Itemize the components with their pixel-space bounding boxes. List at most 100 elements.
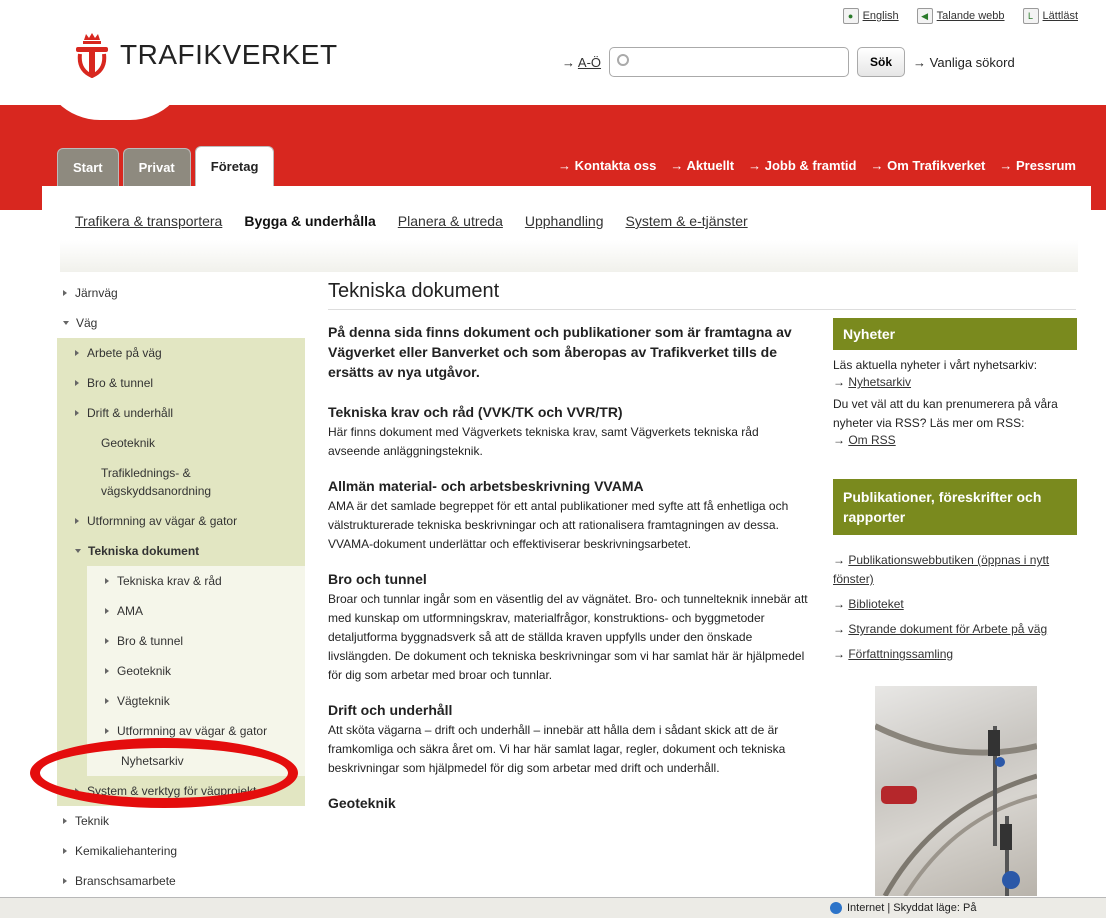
section-text: AMA är det samlade begreppet för ett ant… [328,499,789,551]
leftnav-label: Bro & tunnel [117,634,184,648]
logo-text: TRAFIKVERKET [120,39,338,70]
lattlast-label[interactable]: Lättläst [1043,10,1078,22]
search-button[interactable]: Sök [857,47,906,77]
news-archive-label[interactable]: Nyhetsarkiv [848,375,911,389]
easy-read-icon: L [1022,8,1039,24]
section-text: Broar och tunnlar ingår som en väsentlig… [328,592,808,682]
link-jobb-label[interactable]: Jobb & framtid [765,158,857,173]
talande-link[interactable]: ◀ Talande webb [916,8,1005,24]
arrow-right-icon [105,698,109,704]
subnav-upphandling[interactable]: Upphandling [525,213,604,229]
leftnav-sub-wrap: Vägteknik [57,686,305,716]
news-text-2: Du vet väl att du kan prenumerera på vår… [833,397,1058,430]
pub-link-forfattning[interactable]: → Författningssamling [833,645,1077,664]
logo[interactable]: TRAFIKVERKET [72,30,338,80]
link-om-label[interactable]: Om Trafikverket [887,158,985,173]
ao-label[interactable]: A-Ö [578,55,601,70]
leftnav-utformning[interactable]: Utformning av vägar & gator [57,506,305,536]
subnav-trafikera[interactable]: Trafikera & transportera [75,213,222,229]
lattlast-link[interactable]: L Lättläst [1022,8,1078,24]
link-press-label[interactable]: Pressrum [1016,158,1076,173]
leftnav-label: Väg [76,316,98,330]
tab-start[interactable]: Start [57,148,119,186]
leftnav-sub-wrap: Geoteknik [57,656,305,686]
top-links: → Kontakta oss → Aktuellt → Jobb & framt… [558,158,1076,173]
ao-link[interactable]: → A-Ö [562,55,601,70]
section: Drift och underhåll Att sköta vägarna – … [328,702,810,778]
pub-link-label[interactable]: Publikationswebbutiken (öppnas i nytt fö… [833,553,1049,586]
globe-icon [830,902,842,914]
common-searches-link[interactable]: → Vanliga sökord [913,55,1015,70]
leftnav-vagteknik[interactable]: Vägteknik [87,686,305,716]
section-heading[interactable]: Bro och tunnel [328,571,810,587]
leftnav-teknik[interactable]: Teknik [57,806,305,836]
section-heading[interactable]: Drift och underhåll [328,702,810,718]
status-label: Internet | Skyddat läge: På [847,902,977,914]
talande-label[interactable]: Talande webb [937,10,1005,22]
link-aktuellt-label[interactable]: Aktuellt [686,158,734,173]
arrow-right-icon [105,578,109,584]
rss-label[interactable]: Om RSS [848,433,895,447]
leftnav-trafikledning[interactable]: Trafiklednings- & vägskyddsanordning [57,458,305,506]
pub-link-label[interactable]: Styrande dokument för Arbete på väg [848,622,1047,636]
leftnav-kemikalie[interactable]: Kemikaliehantering [57,836,305,866]
english-label[interactable]: English [863,10,899,22]
subnav-planera[interactable]: Planera & utreda [398,213,503,229]
leftnav-bransch[interactable]: Branschsamarbete [57,866,305,896]
leftnav-label: Vägteknik [117,694,170,708]
section-heading[interactable]: Tekniska krav och råd (VVK/TK och VVR/TR… [328,404,810,420]
link-jobb[interactable]: → Jobb & framtid [748,158,856,173]
pub-link-webbutik[interactable]: → Publikationswebbutiken (öppnas i nytt … [833,551,1077,589]
leftnav-label: Teknik [75,814,110,828]
subnav-bygga[interactable]: Bygga & underhålla [244,213,375,229]
leftnav-sub-bro[interactable]: Bro & tunnel [87,626,305,656]
section: Tekniska krav och råd (VVK/TK och VVR/TR… [328,404,810,461]
highlight-circle [30,738,298,808]
arrow-right-icon [63,848,67,854]
main-content: På denna sida finns dokument och publika… [328,322,810,814]
section-text: Att sköta vägarna – drift och underhåll … [328,723,786,775]
section-heading[interactable]: Allmän material- och arbetsbeskrivning V… [328,478,810,494]
status-bar: Internet | Skyddat läge: På [0,897,1106,918]
arrow-down-icon [63,321,69,325]
pub-link-bibliotek[interactable]: → Biblioteket [833,595,1077,614]
pub-link-label[interactable]: Författningssamling [848,647,953,661]
link-press[interactable]: → Pressrum [999,158,1076,173]
news-archive-link[interactable]: → Nyhetsarkiv [833,375,1077,389]
leftnav-sub-wrap: Tekniska krav & råd [57,566,305,596]
right-column: Nyheter Läs aktuella nyheter i vårt nyhe… [833,318,1077,664]
tab-privat[interactable]: Privat [122,148,191,186]
pub-link-label[interactable]: Biblioteket [848,597,903,611]
link-kontakta-label[interactable]: Kontakta oss [575,158,657,173]
leftnav-vag[interactable]: Väg [57,308,305,338]
arrow-right-icon [75,410,79,416]
page-title: Tekniska dokument [328,280,1076,310]
leftnav-label-line1: Trafiklednings- & [101,466,191,480]
leftnav-tekniska-dokument[interactable]: Tekniska dokument [57,536,305,566]
subnav-system[interactable]: System & e-tjänster [626,213,748,229]
leftnav-tekniska-krav[interactable]: Tekniska krav & råd [87,566,305,596]
pub-link-styrande[interactable]: → Styrande dokument för Arbete på väg [833,620,1077,639]
leftnav-arbete[interactable]: Arbete på väg [57,338,305,368]
english-link[interactable]: ● English [842,8,899,24]
tab-foretag[interactable]: Företag [194,146,275,186]
crown-t-icon [72,32,112,79]
leftnav-jarnvag[interactable]: Järnväg [57,278,305,308]
link-om[interactable]: → Om Trafikverket [870,158,985,173]
leftnav-sub-wrap: Bro & tunnel [57,626,305,656]
section-heading[interactable]: Geoteknik [328,795,810,811]
leftnav-drift[interactable]: Drift & underhåll [57,398,305,428]
search-input[interactable] [609,47,850,77]
leftnav-bro[interactable]: Bro & tunnel [57,368,305,398]
leftnav-sub-geoteknik[interactable]: Geoteknik [87,656,305,686]
rss-link[interactable]: → Om RSS [833,433,1077,447]
link-aktuellt[interactable]: → Aktuellt [670,158,734,173]
link-kontakta[interactable]: → Kontakta oss [558,158,656,173]
publications-box-title: Publikationer, föreskrifter och rapporte… [833,479,1077,535]
leftnav-ama[interactable]: AMA [87,596,305,626]
speaker-icon: ◀ [916,8,933,24]
leftnav-label: Geoteknik [117,664,172,678]
arrow-right-icon [63,878,67,884]
leftnav-geoteknik[interactable]: Geoteknik [57,428,305,458]
common-searches-label[interactable]: Vanliga sökord [930,55,1015,70]
